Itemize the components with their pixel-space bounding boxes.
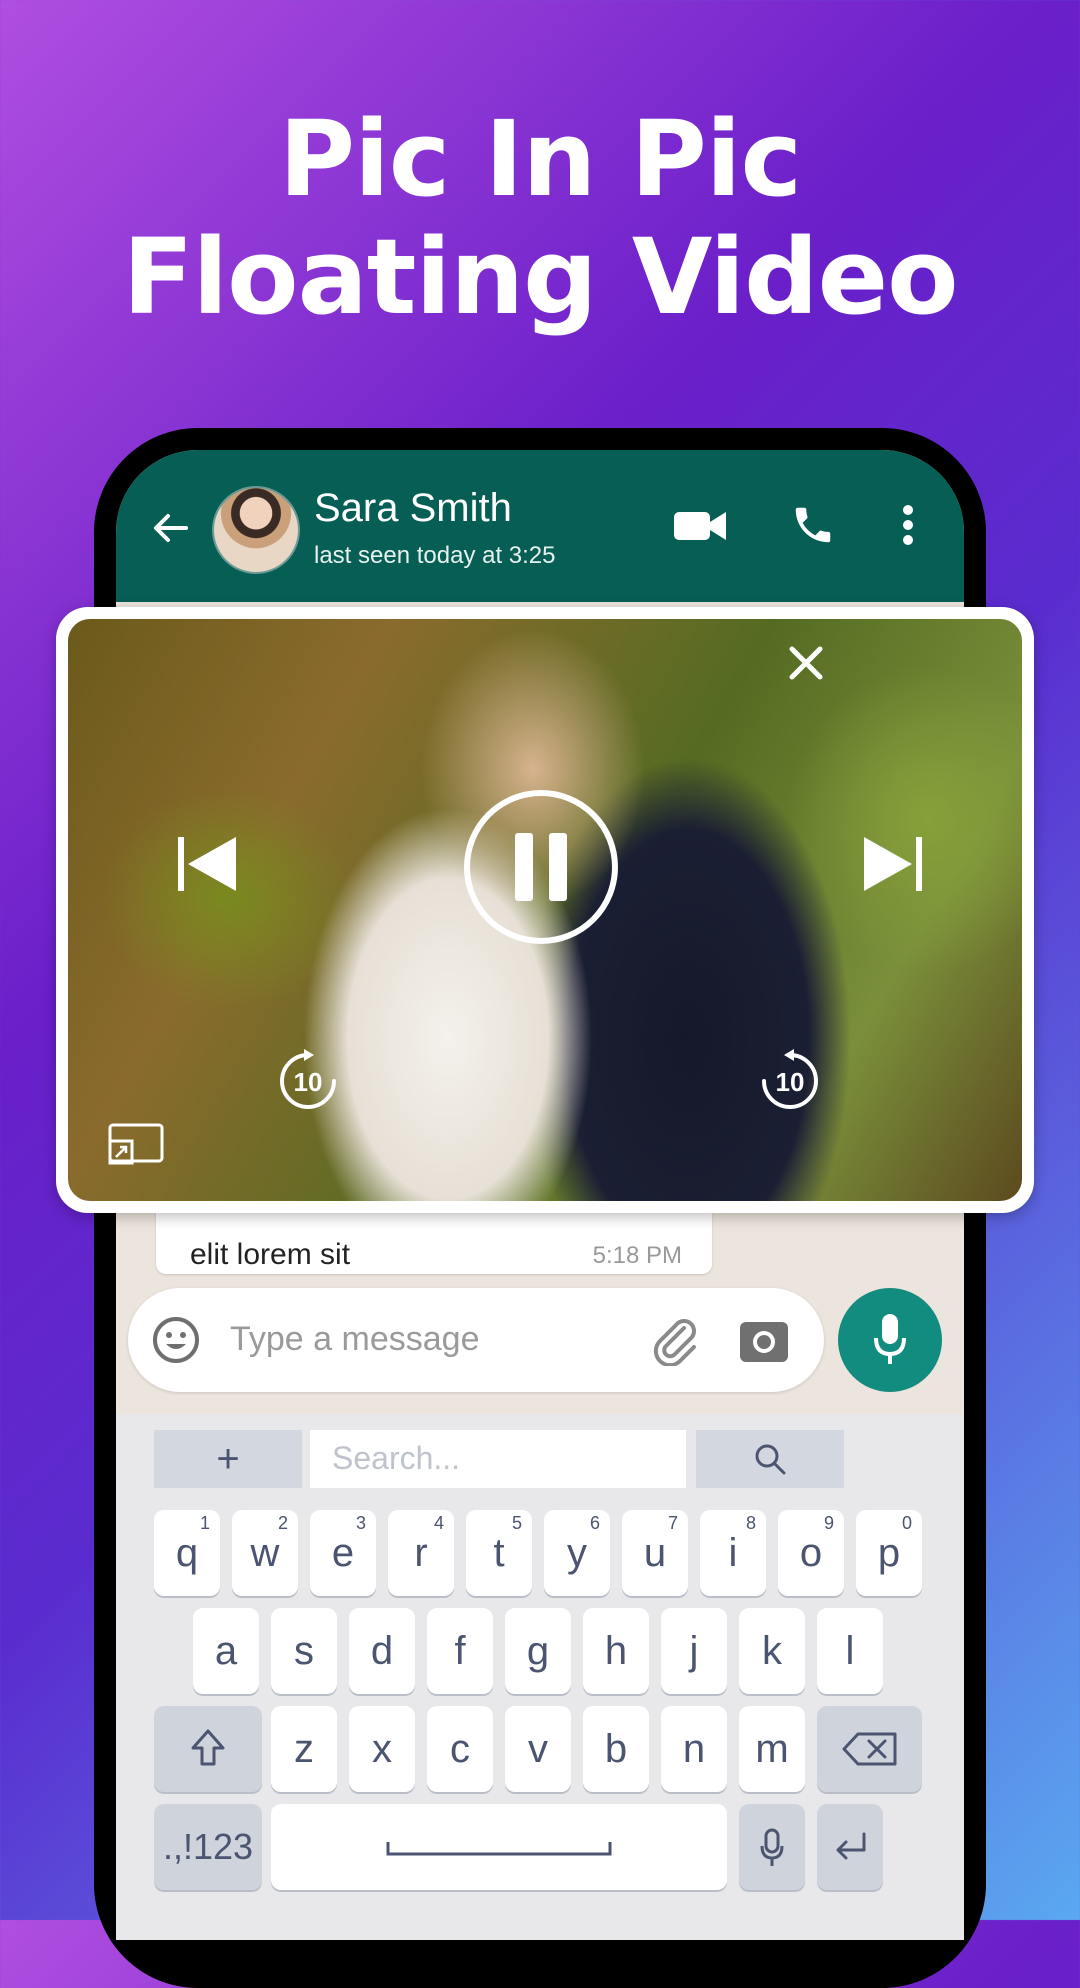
key-h[interactable]: h — [583, 1608, 649, 1694]
search-icon — [755, 1444, 786, 1475]
mic-icon — [760, 1828, 784, 1866]
skip-previous-icon[interactable] — [174, 831, 240, 897]
key-e[interactable]: e3 — [310, 1510, 376, 1596]
attach-icon[interactable] — [650, 1314, 702, 1366]
keyboard: + Search... q1 w2 e3 r4 t5 y6 u7 i8 o9 p… — [116, 1414, 964, 1940]
backspace-icon — [842, 1732, 896, 1766]
camera-icon[interactable] — [740, 1318, 788, 1362]
key-n[interactable]: n — [661, 1706, 727, 1792]
headline-line-1: Pic In Pic — [278, 98, 802, 220]
contact-status: last seen today at 3:25 — [314, 542, 556, 569]
skip-next-icon[interactable] — [860, 831, 926, 897]
svg-text:10: 10 — [776, 1067, 805, 1097]
headline: Pic In Pic Floating Video — [0, 100, 1080, 336]
close-icon[interactable] — [786, 643, 826, 683]
key-c[interactable]: c — [427, 1706, 493, 1792]
keyboard-search-field[interactable]: Search... — [310, 1430, 686, 1488]
pip-window[interactable]: 10 10 — [56, 607, 1034, 1213]
forward-10-icon[interactable]: 10 — [756, 1047, 824, 1115]
key-s[interactable]: s — [271, 1608, 337, 1694]
shift-icon — [191, 1729, 225, 1766]
key-l[interactable]: l — [817, 1608, 883, 1694]
back-arrow-icon[interactable] — [148, 506, 192, 550]
message-time: 5:18 PM — [592, 1242, 682, 1269]
key-a[interactable]: a — [193, 1608, 259, 1694]
enter-key[interactable] — [817, 1804, 883, 1890]
key-u[interactable]: u7 — [622, 1510, 688, 1596]
key-y[interactable]: y6 — [544, 1510, 610, 1596]
backspace-key[interactable] — [817, 1706, 922, 1792]
key-g[interactable]: g — [505, 1608, 571, 1694]
more-options-icon[interactable] — [902, 504, 914, 546]
mic-icon — [874, 1314, 906, 1364]
replay-10-icon[interactable]: 10 — [274, 1047, 342, 1115]
emoji-icon[interactable] — [152, 1316, 200, 1364]
symbols-key[interactable]: .,!123 — [154, 1804, 262, 1890]
space-key[interactable] — [271, 1804, 727, 1890]
key-i[interactable]: i8 — [700, 1510, 766, 1596]
video-call-icon[interactable] — [674, 508, 726, 544]
phone-icon[interactable] — [790, 502, 836, 548]
key-b[interactable]: b — [583, 1706, 649, 1792]
avatar[interactable] — [212, 486, 300, 574]
key-w[interactable]: w2 — [232, 1510, 298, 1596]
pip-expand-icon[interactable] — [108, 1123, 164, 1167]
key-q[interactable]: q1 — [154, 1510, 220, 1596]
shift-key[interactable] — [154, 1706, 262, 1792]
key-x[interactable]: x — [349, 1706, 415, 1792]
key-j[interactable]: j — [661, 1608, 727, 1694]
key-p[interactable]: p0 — [856, 1510, 922, 1596]
key-t[interactable]: t5 — [466, 1510, 532, 1596]
mic-button[interactable] — [838, 1288, 942, 1392]
keyboard-search-button[interactable] — [696, 1430, 844, 1488]
voice-key[interactable] — [739, 1804, 805, 1890]
space-bar-icon — [386, 1842, 612, 1856]
key-d[interactable]: d — [349, 1608, 415, 1694]
pause-button[interactable] — [461, 787, 621, 947]
keyboard-search-placeholder: Search... — [332, 1440, 461, 1476]
key-v[interactable]: v — [505, 1706, 571, 1792]
enter-icon — [836, 1832, 866, 1860]
key-r[interactable]: r4 — [388, 1510, 454, 1596]
chat-header: Sara Smith last seen today at 3:25 — [116, 450, 964, 602]
contact-name[interactable]: Sara Smith — [314, 486, 512, 531]
keyboard-plus-label: + — [216, 1437, 240, 1481]
message-input[interactable]: Type a message — [128, 1288, 824, 1392]
key-m[interactable]: m — [739, 1706, 805, 1792]
video-frame[interactable]: 10 10 — [68, 619, 1022, 1201]
key-z[interactable]: z — [271, 1706, 337, 1792]
message-input-placeholder: Type a message — [230, 1320, 480, 1358]
key-f[interactable]: f — [427, 1608, 493, 1694]
key-o[interactable]: o9 — [778, 1510, 844, 1596]
key-k[interactable]: k — [739, 1608, 805, 1694]
headline-line-2: Floating Video — [122, 216, 958, 338]
message-text: elit lorem sit — [190, 1238, 351, 1271]
svg-text:10: 10 — [294, 1067, 323, 1097]
